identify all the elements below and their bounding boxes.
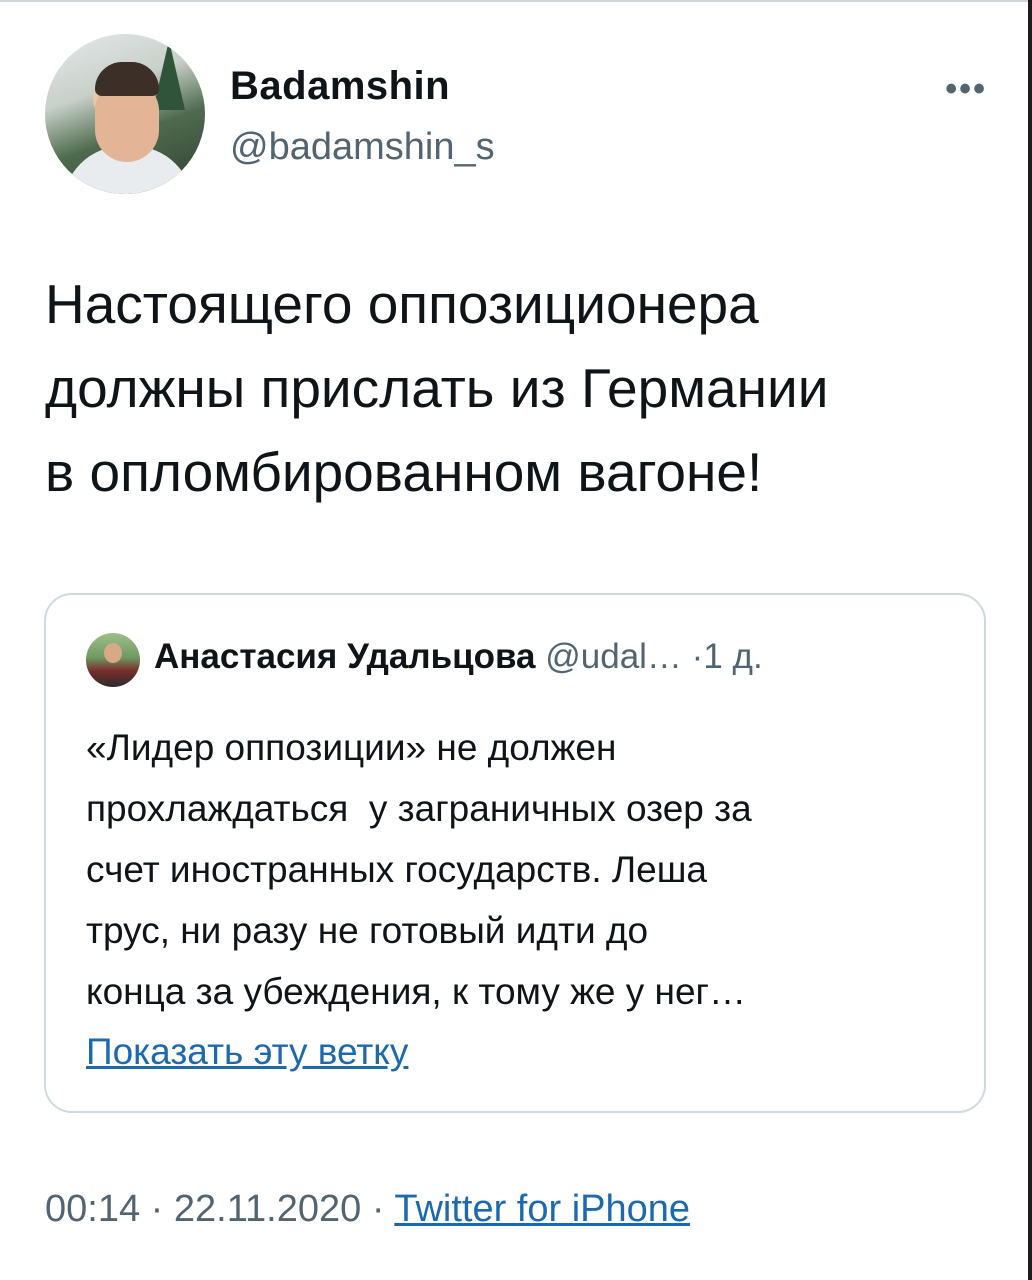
tweet-source-link[interactable]: Twitter for iPhone xyxy=(394,1188,690,1230)
quoted-text-line: прохлаждаться у заграничных озер за xyxy=(86,788,752,829)
quoted-tweet-header: Анастасия Удальцова @udal… ·1 д. xyxy=(154,637,763,677)
tweet-text: Настоящего оппозиционера должны прислать… xyxy=(45,262,985,514)
top-divider xyxy=(0,0,1032,2)
quoted-text-line: «Лидер оппозиции» не должен xyxy=(86,727,617,768)
author-name[interactable]: Badamshin xyxy=(230,64,450,109)
quoted-text-line: трус, ни разу не готовый идти до xyxy=(86,910,649,951)
tweet-time[interactable]: 00:14 xyxy=(45,1188,140,1230)
avatar-hair xyxy=(95,62,159,96)
quoted-text-line: счет иностранных государств. Леша xyxy=(86,849,708,890)
quoted-author-handle[interactable]: @udal… xyxy=(545,637,682,676)
avatar-tree xyxy=(153,40,185,110)
quoted-tweet-text: «Лидер оппозиции» не должен прохлаждатьс… xyxy=(86,717,956,1022)
footer-separator: · xyxy=(150,1188,164,1230)
more-horizontal-icon[interactable]: ••• xyxy=(945,70,987,109)
quoted-author-avatar[interactable] xyxy=(86,633,140,687)
tweet-header: Badamshin @badamshin_s ••• xyxy=(45,34,995,199)
tweet-text-line: в опломбированном вагоне! xyxy=(45,441,763,503)
right-edge xyxy=(1028,0,1032,1280)
author-handle[interactable]: @badamshin_s xyxy=(230,126,495,169)
tweet-footer: 00:14 · 22.11.2020 · Twitter for iPhone xyxy=(45,1188,690,1231)
tweet-text-line: Настоящего оппозиционера xyxy=(45,273,759,335)
tweet-date[interactable]: 22.11.2020 xyxy=(174,1188,361,1230)
quoted-text-line: конца за убеждения, к тому же у нег… xyxy=(86,971,747,1012)
quoted-author-name[interactable]: Анастасия Удальцова xyxy=(154,637,536,676)
author-avatar[interactable] xyxy=(45,34,205,194)
meta-separator: · xyxy=(691,637,704,676)
quoted-tweet[interactable]: Анастасия Удальцова @udal… ·1 д. «Лидер … xyxy=(44,593,986,1113)
quoted-tweet-time[interactable]: 1 д. xyxy=(703,637,762,676)
tweet-text-line: должны прислать из Германии xyxy=(45,357,829,419)
quoted-avatar-head xyxy=(104,643,122,663)
footer-separator: · xyxy=(371,1188,385,1230)
show-thread-link[interactable]: Показать эту ветку xyxy=(86,1031,408,1073)
